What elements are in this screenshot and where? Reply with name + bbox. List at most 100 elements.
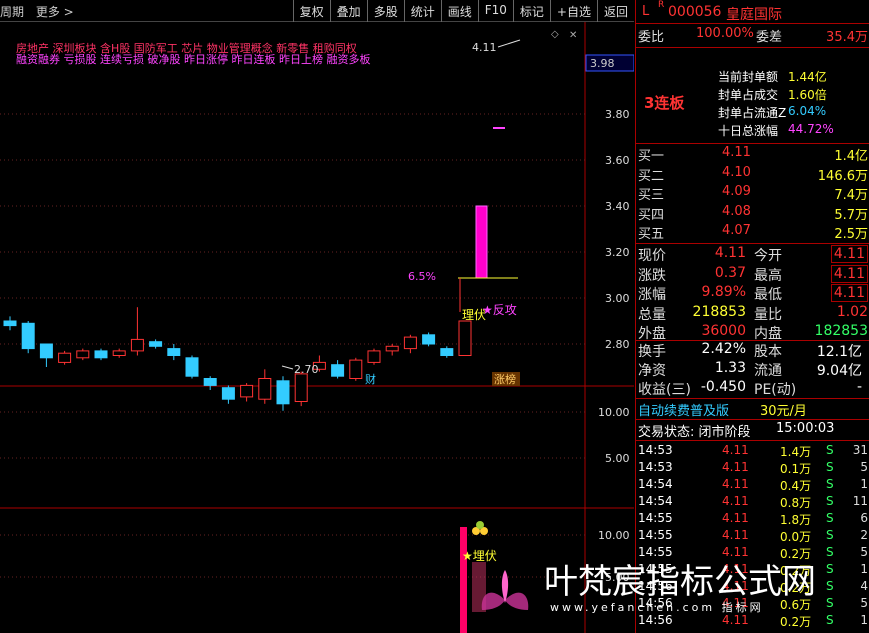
mark-button[interactable]: 标记 [512, 0, 550, 22]
candlestick[interactable] [167, 344, 181, 361]
fund-value: - [856, 379, 862, 395]
tick-price: 4.11 [722, 443, 749, 457]
candlestick[interactable] [58, 350, 72, 365]
seal-row: 封单占成交 1.60倍 [636, 86, 869, 106]
candlestick[interactable] [185, 355, 199, 379]
chart-toolbar: 周期 更多 > 复权 叠加 多股 统计 画线 F10 标记 +自选 返回 [0, 0, 634, 22]
concept-tags-line2: 融资融券 亏损股 连续亏损 破净股 昨日涨停 昨日连板 昨日上榜 融资多板 [16, 52, 370, 66]
weibi-label: 委比 [638, 30, 665, 45]
candlestick[interactable] [258, 369, 272, 404]
bid-price: 4.09 [722, 184, 751, 199]
vol-scale-label: 10.00 [598, 406, 630, 419]
quote-value: 4.11 [830, 264, 868, 283]
quote-row: 现价 4.11 今开 4.11 [636, 245, 869, 265]
bid-label: 买一 [638, 149, 665, 164]
quote-value: 218853 [692, 303, 746, 320]
fangong-signal-label: ★反攻 [482, 303, 517, 317]
fund-value: 2.42% [701, 341, 746, 357]
fund-label: 净资 [638, 363, 666, 379]
stock-code: 000056 [668, 4, 722, 20]
diamond-icon[interactable]: ◇ [551, 29, 559, 40]
fund-label: 收益(三) [638, 382, 691, 398]
candlestick[interactable] [94, 348, 108, 361]
tick-time: 14:53 [638, 460, 673, 474]
fund-value: 12.1亿 [816, 344, 862, 360]
quote-label: 最低 [754, 287, 782, 303]
add-watchlist-button[interactable]: +自选 [549, 0, 597, 22]
tick-count: 5 [860, 460, 868, 474]
overlay-button[interactable]: 叠加 [329, 0, 367, 22]
candlestick[interactable] [76, 348, 90, 361]
stats-button[interactable]: 统计 [403, 0, 441, 22]
fund-label: 换手 [638, 344, 666, 360]
price-scale-current: 3.98 [590, 57, 615, 70]
close-icon[interactable]: ✕ [569, 30, 577, 41]
candlestick[interactable] [221, 385, 235, 404]
candlestick[interactable] [3, 316, 17, 331]
fund-label: PE(动) [754, 382, 797, 398]
tick-side: S [826, 443, 834, 457]
weicha-label: 委差 [756, 30, 783, 45]
draw-line-button[interactable]: 画线 [440, 0, 478, 22]
candlestick[interactable] [203, 376, 217, 390]
promo-label[interactable]: 自动续费普及版 [638, 400, 729, 419]
quote-value: 1.02 [836, 303, 868, 320]
tick-count: 11 [852, 494, 868, 508]
seal-value: 44.72% [788, 122, 834, 136]
seal-value: 1.60倍 [788, 88, 827, 102]
candlestick[interactable] [112, 348, 126, 358]
candlestick[interactable] [240, 383, 254, 402]
tick-count: 6 [860, 511, 868, 525]
bid-row: 买二 4.10 146.6万 [636, 165, 869, 185]
candlestick[interactable] [294, 371, 308, 407]
tick-time: 14:53 [638, 443, 673, 457]
tick-count: 1 [860, 477, 868, 491]
seal-value: 6.04% [788, 104, 827, 118]
quote-label: 量比 [754, 306, 782, 323]
candlestick[interactable] [385, 344, 399, 356]
tick-time: 14:55 [638, 511, 673, 525]
fuquan-button[interactable]: 复权 [292, 0, 330, 22]
candlestick[interactable] [367, 348, 381, 365]
fund-row: 净资 1.33 流通 9.04亿 [636, 360, 869, 380]
bid-price: 4.11 [722, 145, 751, 160]
lotus-logo [481, 570, 529, 610]
candlestick[interactable] [440, 346, 454, 358]
fund-value: -0.450 [700, 379, 746, 395]
candlestick[interactable] [458, 320, 472, 356]
back-button[interactable]: 返回 [596, 0, 634, 22]
period-menu[interactable]: 周期 [0, 5, 24, 19]
candlestick[interactable] [130, 307, 144, 356]
quote-value: 4.11 [714, 245, 746, 261]
promo-price[interactable]: 30元/月 [760, 400, 807, 419]
price-scale-label: 3.00 [605, 292, 630, 305]
stock-name: 皇庭国际 [726, 7, 782, 23]
kline-chart[interactable]: 3.98 3.80 3.60 3.40 3.20 3.00 2.80 10.00… [0, 22, 634, 633]
candlestick[interactable] [149, 339, 163, 349]
bid-label: 买三 [638, 188, 665, 203]
candlestick[interactable] [331, 360, 345, 379]
candlestick[interactable] [349, 357, 363, 381]
multi-stock-button[interactable]: 多股 [366, 0, 404, 22]
weicha-value: 35.4万 [826, 30, 868, 45]
price-scale-label: 3.80 [605, 108, 630, 121]
bid-volume: 2.5万 [834, 227, 868, 242]
f10-button[interactable]: F10 [477, 0, 513, 22]
quote-label: 总量 [638, 306, 666, 323]
candlestick[interactable] [422, 332, 436, 347]
seal-row: 当前封单额 1.44亿 [636, 68, 869, 88]
tick-count: 2 [860, 528, 868, 542]
more-menu[interactable]: 更多 > [36, 5, 74, 19]
bid-volume: 5.7万 [834, 207, 868, 223]
quote-row: 总量 218853 量比 1.02 [636, 304, 869, 324]
quote-row: 涨幅 9.89% 最低 4.11 [636, 284, 869, 304]
candlestick[interactable] [276, 376, 290, 411]
candlestick[interactable] [21, 321, 35, 354]
bid-row: 买一 4.11 1.4亿 [636, 145, 869, 165]
low-price-label: 2.70 [294, 363, 319, 376]
tick-price: 4.11 [722, 511, 749, 525]
flag-r: R [658, 0, 665, 10]
candlestick[interactable] [39, 343, 53, 367]
candlestick[interactable] [403, 334, 417, 354]
quote-value: 4.11 [830, 245, 868, 263]
